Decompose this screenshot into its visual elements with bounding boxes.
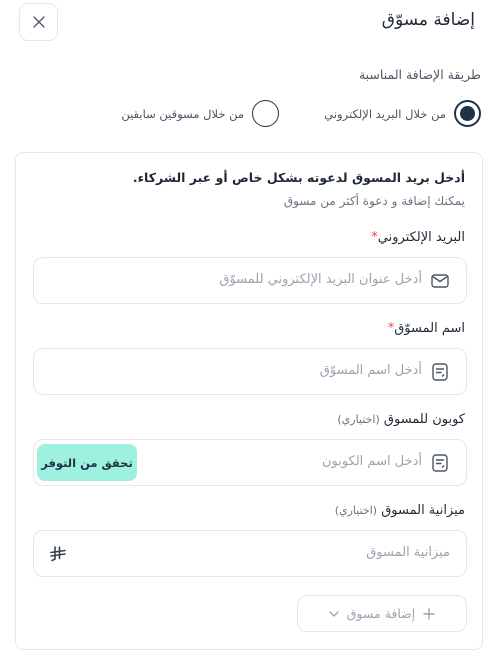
coupon-placeholder: أدخل اسم الكوبون (321, 454, 422, 469)
plus-icon (423, 607, 435, 620)
optional-tag: (اختياري) (337, 413, 380, 426)
coupon-label-text: كوبون للمسوق (383, 412, 465, 427)
radio-option-email[interactable]: من خلال البريد الإلكتروني (324, 100, 481, 127)
name-placeholder: أدخل اسم المسوّق (319, 363, 422, 378)
riyal-icon (50, 546, 66, 562)
name-label: اسم المسوّق* (388, 321, 465, 336)
add-marketer-label: إضافة مسوق (346, 606, 416, 621)
modal-title: إضافة مسوّق (381, 10, 475, 30)
budget-field[interactable]: ميزانية المسوق (33, 530, 467, 577)
invite-form-card: أدخل بريد المسوق لدعوته بشكل خاص أو عبر … (15, 152, 483, 650)
name-field[interactable]: أدخل اسم المسوّق (33, 348, 467, 395)
form-intro-title: أدخل بريد المسوق لدعوته بشكل خاص أو عبر … (132, 170, 465, 185)
radio-dot (460, 106, 475, 121)
radio-circle-checked[interactable] (454, 100, 481, 127)
budget-placeholder: ميزانية المسوق (366, 545, 450, 560)
email-label-text: البريد الإلكتروني (377, 230, 465, 245)
method-label: طريقة الإضافة المناسبة (358, 67, 481, 82)
method-radio-group: من خلال البريد الإلكتروني من خلال مسوقين… (0, 100, 481, 130)
budget-label-text: ميزانية المسوق (381, 503, 465, 518)
close-button[interactable] (19, 3, 58, 41)
email-label: البريد الإلكتروني* (371, 230, 465, 245)
document-icon (430, 362, 450, 382)
radio-label-email: من خلال البريد الإلكتروني (324, 106, 446, 121)
add-marketer-button[interactable]: إضافة مسوق (297, 595, 467, 632)
coupon-label: كوبون للمسوق (اختياري) (337, 412, 465, 427)
budget-label: ميزانية المسوق (اختياري) (335, 503, 465, 518)
email-placeholder: أدخل عنوان البريد الإلكتروني للمسوّق (219, 272, 422, 287)
radio-label-previous: من خلال مسوقين سابقين (121, 106, 244, 121)
radio-circle[interactable] (252, 100, 279, 127)
close-icon (32, 16, 45, 28)
mail-icon (430, 271, 450, 291)
chevron-down-icon (329, 610, 339, 617)
name-label-text: اسم المسوّق (394, 321, 465, 336)
radio-option-previous[interactable]: من خلال مسوقين سابقين (121, 100, 279, 127)
check-availability-button[interactable]: تحقق من التوفر (37, 444, 137, 481)
email-field[interactable]: أدخل عنوان البريد الإلكتروني للمسوّق (33, 257, 467, 304)
form-intro-subtitle: يمكنك إضافة و دعوة أكثر من مسوق (283, 194, 465, 208)
document-icon (430, 453, 450, 473)
add-marketer-modal: إضافة مسوّق طريقة الإضافة المناسبة من خل… (0, 0, 495, 658)
modal-header: إضافة مسوّق (0, 0, 495, 44)
optional-tag: (اختياري) (334, 504, 378, 517)
coupon-field[interactable]: أدخل اسم الكوبون تحقق من التوفر (33, 439, 467, 486)
